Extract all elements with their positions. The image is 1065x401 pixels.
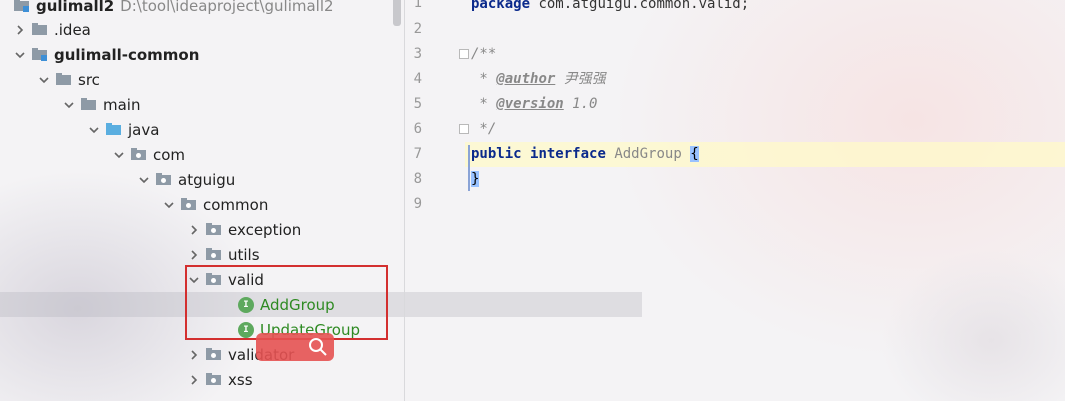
brace-match-marker	[468, 145, 470, 191]
tree-item-exception[interactable]: exception	[0, 217, 592, 242]
line-number: 2	[413, 21, 422, 37]
root-project-name: gulimall2	[36, 0, 115, 15]
tree-item-label: common	[203, 195, 269, 214]
chevron-down-icon[interactable]	[14, 49, 26, 61]
folder-icon	[32, 23, 48, 36]
line-number: 3	[413, 46, 422, 62]
code-line-3[interactable]: /**	[471, 42, 496, 67]
tree-item-label: java	[128, 120, 160, 139]
code-line-4[interactable]: * @author 尹强强	[471, 67, 605, 92]
chevron-down-icon[interactable]	[163, 199, 175, 211]
tree-scrollbar[interactable]	[393, 0, 401, 26]
search-overlay-badge[interactable]	[256, 333, 334, 361]
folder-icon	[81, 98, 97, 111]
line-number: 4	[413, 71, 422, 87]
code-line-7[interactable]: public interface AddGroup {	[471, 142, 699, 167]
search-icon	[309, 338, 327, 356]
tree-item-label: com	[153, 145, 186, 164]
chevron-right-icon[interactable]	[14, 24, 26, 36]
module-folder-icon	[14, 0, 30, 12]
module-folder-icon	[32, 48, 48, 61]
chevron-down-icon[interactable]	[63, 99, 75, 111]
tree-item-common[interactable]: common	[0, 192, 567, 217]
line-number: 8	[413, 171, 422, 187]
folder-icon	[56, 73, 72, 86]
tree-item-label: atguigu	[178, 170, 236, 189]
package-icon	[206, 223, 222, 236]
tree-item-label: xss	[228, 370, 253, 389]
chevron-down-icon[interactable]	[88, 124, 100, 136]
package-icon	[181, 198, 197, 211]
code-line-1[interactable]: package com.atguigu.common.valid;	[471, 0, 749, 17]
tree-item-idea[interactable]: .idea	[0, 17, 418, 42]
tree-root-row[interactable]: gulimall2 D:\tool\ideaproject\gulimall2	[0, 0, 404, 18]
line-number: 6	[413, 121, 422, 137]
tree-item-label: src	[78, 70, 100, 89]
annotation-highlight-box	[185, 265, 388, 340]
package-icon	[131, 148, 147, 161]
chevron-down-icon[interactable]	[113, 149, 125, 161]
code-line-8[interactable]: }	[471, 167, 480, 192]
chevron-right-icon[interactable]	[188, 224, 200, 236]
line-number: 9	[413, 196, 422, 212]
tree-item-atguigu[interactable]: atguigu	[0, 167, 542, 192]
tree-item-label: utils	[228, 245, 260, 264]
code-line-6[interactable]: */	[471, 117, 496, 142]
code-line-5[interactable]: * @version 1.0	[471, 92, 597, 117]
package-icon	[156, 173, 172, 186]
tree-item-label: exception	[228, 220, 302, 239]
tree-item-label: main	[103, 95, 141, 114]
tree-item-utils[interactable]: utils	[0, 242, 592, 267]
tree-item-main[interactable]: main	[0, 92, 467, 117]
fold-marker-icon[interactable]	[459, 124, 469, 134]
line-number: 7	[413, 146, 422, 162]
chevron-down-icon[interactable]	[38, 74, 50, 86]
tree-item-xss[interactable]: xss	[0, 367, 592, 392]
tree-item-com[interactable]: com	[0, 142, 517, 167]
package-icon	[206, 373, 222, 386]
tree-item-label: gulimall-common	[54, 45, 200, 64]
chevron-down-icon[interactable]	[138, 174, 150, 186]
line-number: 5	[413, 96, 422, 112]
tree-item-label: .idea	[54, 20, 91, 39]
line-number: 1	[413, 0, 422, 11]
chevron-right-icon[interactable]	[188, 349, 200, 361]
package-icon	[206, 248, 222, 261]
chevron-right-icon[interactable]	[188, 249, 200, 261]
chevron-right-icon[interactable]	[188, 374, 200, 386]
package-icon	[206, 348, 222, 361]
root-project-path: D:\tool\ideaproject\gulimall2	[120, 0, 334, 15]
source-folder-icon	[106, 123, 122, 136]
tree-item-src[interactable]: src	[0, 67, 442, 92]
fold-marker-icon[interactable]	[459, 49, 469, 59]
tree-item-gulimall-common[interactable]: gulimall-common	[0, 42, 418, 67]
